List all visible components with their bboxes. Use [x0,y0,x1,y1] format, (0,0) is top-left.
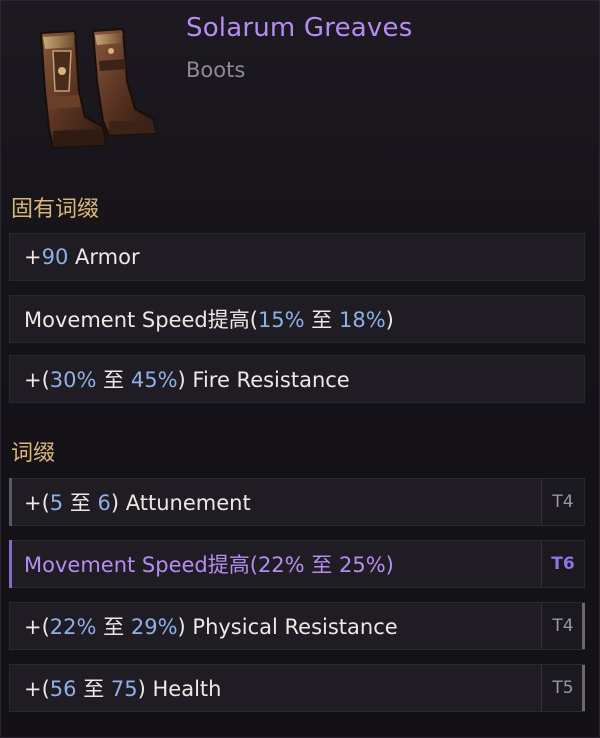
tier-badge: T4 [541,479,584,525]
affix-text: Movement Speed提高(22% 至 25%) [24,553,394,577]
affix-accent-bar [9,478,12,526]
affix-text: Movement Speed提高(15% 至 18%) [24,308,394,332]
affix-text: +(30% 至 45%) Fire Resistance [24,368,350,392]
tier-edge [582,665,585,711]
tier-edge [582,603,585,649]
implicit-row-armor: +90 Armor [9,233,585,281]
tier-badge: T5 [541,665,585,711]
affix-section-title: 词缀 [11,441,56,466]
affix-text: +(56 至 75) Health [24,677,222,701]
affix-row-movement-speed: Movement Speed提高(22% 至 25%) T6 [9,540,585,588]
implicit-row-movement-speed: Movement Speed提高(15% 至 18%) [9,295,585,343]
affix-text: +90 Armor [24,245,140,269]
affix-accent-bar [9,540,12,588]
affix-text: +(22% 至 29%) Physical Resistance [24,615,398,639]
tier-badge: T4 [541,603,585,649]
affix-row-attunement: +(5 至 6) Attunement T4 [9,478,585,526]
item-type: Boots [186,58,246,82]
tier-badge: T6 [541,541,584,587]
affix-row-physical-resistance: +(22% 至 29%) Physical Resistance T4 [9,602,585,650]
affix-row-health: +(56 至 75) Health T5 [9,664,585,712]
boots-icon [23,21,163,161]
affix-text: +(5 至 6) Attunement [24,491,251,515]
implicit-section-title: 固有词缀 [11,197,100,222]
implicit-row-fire-resistance: +(30% 至 45%) Fire Resistance [9,355,585,403]
item-name: Solarum Greaves [186,13,413,43]
item-tooltip: Solarum Greaves Boots 固有词缀 +90 Armor Mov… [0,0,600,738]
